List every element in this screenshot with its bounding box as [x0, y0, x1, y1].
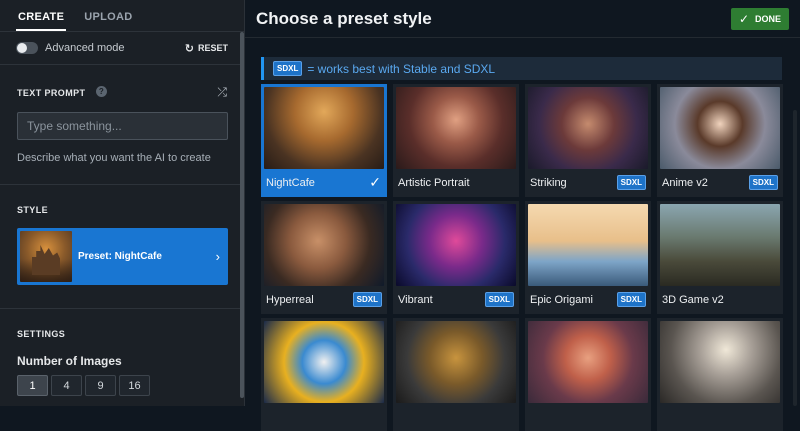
tab-upload[interactable]: UPLOAD	[82, 11, 134, 31]
num-images-option-1[interactable]: 1	[17, 375, 48, 396]
style-card[interactable]	[261, 318, 387, 431]
sdxl-badge: SDXL	[484, 292, 514, 307]
style-title: STYLE	[17, 205, 49, 215]
style-card-3d-game-v2[interactable]: 3D Game v2	[657, 201, 783, 314]
preset-label: Preset: NightCafe	[78, 251, 162, 262]
preset-style-button[interactable]: Preset: NightCafe ›	[17, 228, 228, 285]
text-prompt-hint: Describe what you want the AI to create	[17, 152, 211, 164]
text-prompt-input[interactable]	[17, 112, 228, 140]
style-card-striking[interactable]: Striking SDXL	[525, 84, 651, 197]
settings-title: SETTINGS	[17, 329, 66, 339]
style-label: Vibrant	[398, 294, 433, 306]
done-label: DONE	[755, 13, 782, 24]
page-title: Choose a preset style	[256, 8, 432, 28]
shuffle-icon[interactable]: ⤮	[217, 85, 227, 100]
text-prompt-header: TEXT PROMPT ? ⤮	[17, 83, 227, 101]
style-card[interactable]	[657, 318, 783, 431]
text-prompt-section: TEXT PROMPT ? ⤮ Describe what you want t…	[0, 65, 244, 185]
num-images-option-16[interactable]: 16	[119, 375, 150, 396]
advanced-mode-toggle[interactable]	[16, 42, 38, 54]
done-button[interactable]: ✓ DONE	[731, 7, 789, 30]
style-picker-panel: Choose a preset style ✓ DONE SDXL = work…	[245, 0, 800, 431]
sdxl-badge: SDXL	[616, 175, 646, 190]
style-section: STYLE Preset: NightCafe ›	[0, 185, 244, 309]
style-thumbnail	[396, 321, 516, 403]
tab-create[interactable]: CREATE	[16, 11, 67, 31]
sdxl-badge: SDXL	[352, 292, 382, 307]
sdxl-badge: SDXL	[616, 292, 646, 307]
style-card-nightcafe[interactable]: NightCafe ✓	[261, 84, 387, 197]
style-thumbnail	[396, 87, 516, 169]
check-icon: ✓	[738, 11, 750, 26]
advanced-mode-row: Advanced mode ↻ RESET	[0, 32, 244, 65]
style-thumbnail	[396, 204, 516, 286]
advanced-mode-label: Advanced mode	[45, 42, 125, 54]
left-panel: CREATE UPLOAD Advanced mode ↻ RESET TEXT…	[0, 0, 245, 406]
style-card[interactable]	[525, 318, 651, 431]
panel-tabs: CREATE UPLOAD	[0, 0, 244, 32]
reset-label: RESET	[197, 43, 228, 53]
style-thumbnail	[528, 321, 648, 403]
style-thumbnail	[528, 204, 648, 286]
style-card-vibrant[interactable]: Vibrant SDXL	[393, 201, 519, 314]
style-label: Artistic Portrait	[398, 177, 470, 189]
left-scrollbar[interactable]	[240, 32, 244, 398]
style-thumbnail	[528, 87, 648, 169]
refresh-icon: ↻	[184, 42, 194, 55]
num-images-group: 1 4 9 16	[17, 375, 227, 396]
style-label: Striking	[530, 177, 567, 189]
style-thumbnail	[264, 87, 384, 169]
sdxl-badge: SDXL	[748, 175, 778, 190]
style-thumbnail	[660, 321, 780, 403]
style-label: NightCafe	[266, 177, 315, 189]
style-label: Epic Origami	[530, 294, 593, 306]
style-thumbnail	[660, 87, 780, 169]
num-images-option-9[interactable]: 9	[85, 375, 116, 396]
style-card[interactable]	[393, 318, 519, 431]
style-thumbnail	[264, 321, 384, 403]
style-label: Anime v2	[662, 177, 708, 189]
style-thumbnail	[660, 204, 780, 286]
sdxl-badge: SDXL	[273, 61, 303, 76]
check-icon: ✓	[369, 174, 381, 190]
style-card-anime-v2[interactable]: Anime v2 SDXL	[657, 84, 783, 197]
style-thumbnail	[264, 204, 384, 286]
sdxl-info-text: = works best with Stable and SDXL	[307, 61, 496, 76]
preset-thumbnail	[20, 231, 72, 282]
style-grid-scrollbar[interactable]	[793, 110, 797, 406]
settings-section: SETTINGS Number of Images 1 4 9 16	[0, 309, 244, 407]
help-icon[interactable]: ?	[95, 86, 107, 98]
num-images-label: Number of Images	[17, 354, 122, 368]
num-images-option-4[interactable]: 4	[51, 375, 82, 396]
text-prompt-title: TEXT PROMPT	[17, 88, 86, 98]
style-label: Hyperreal	[266, 294, 314, 306]
style-label: 3D Game v2	[662, 294, 724, 306]
sdxl-info-banner: SDXL = works best with Stable and SDXL	[261, 57, 782, 80]
style-picker-header: Choose a preset style ✓ DONE	[245, 0, 800, 38]
style-card-artistic-portrait[interactable]: Artistic Portrait	[393, 84, 519, 197]
chevron-right-icon: ›	[215, 249, 220, 264]
style-card-hyperreal[interactable]: Hyperreal SDXL	[261, 201, 387, 314]
reset-button[interactable]: ↻ RESET	[185, 42, 228, 55]
style-card-epic-origami[interactable]: Epic Origami SDXL	[525, 201, 651, 314]
